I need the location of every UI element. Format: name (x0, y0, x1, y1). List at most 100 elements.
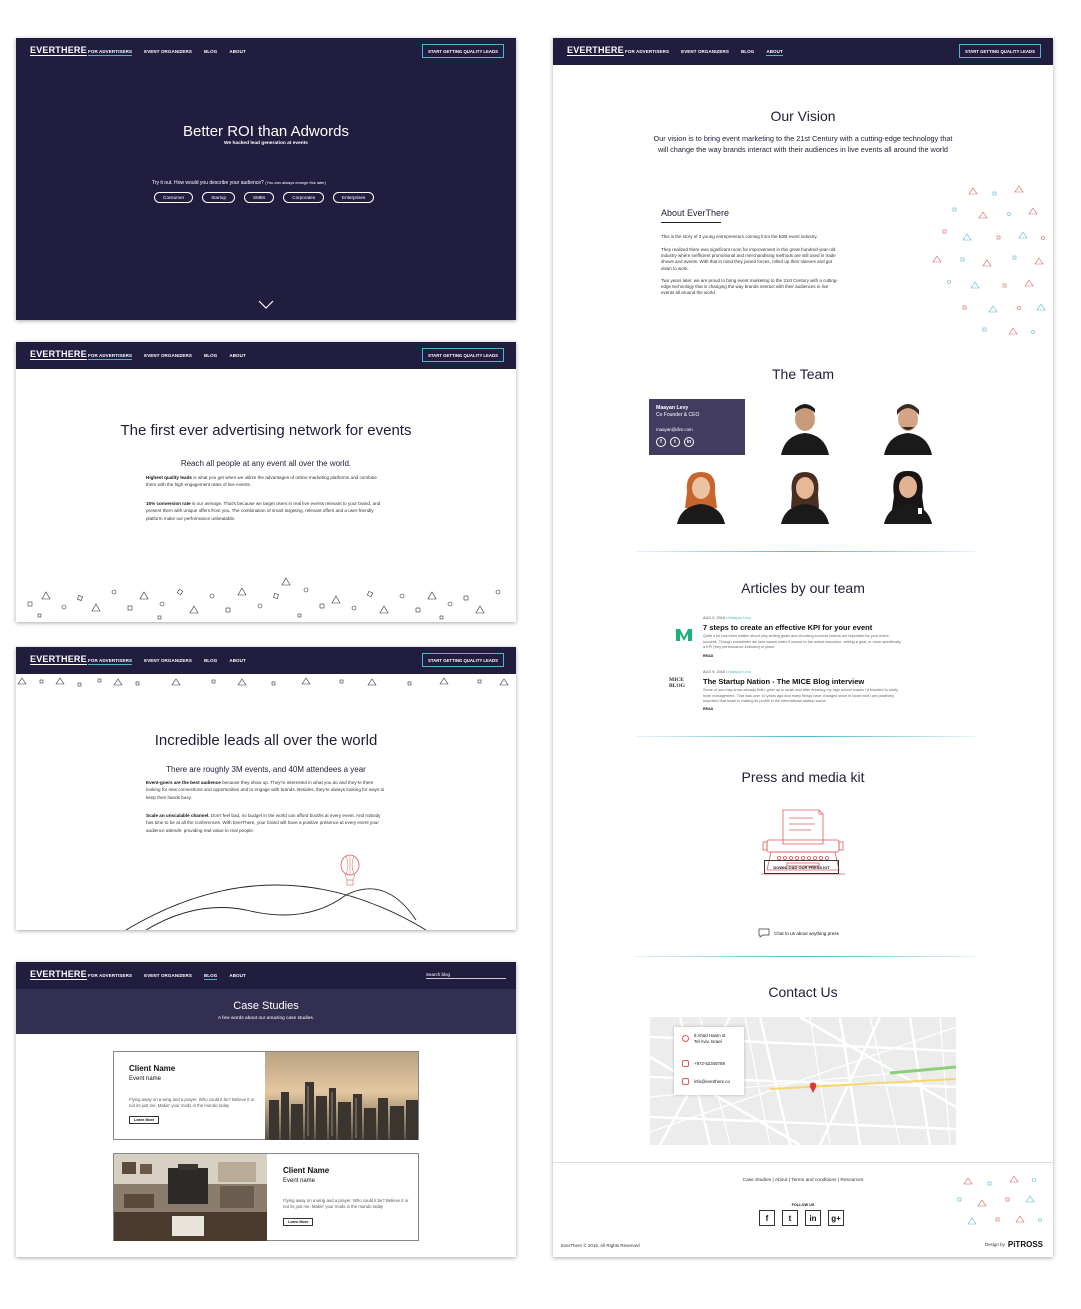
nav-for-advertisers[interactable]: FOR ADVERTISERS (625, 49, 669, 56)
nav-blog[interactable]: BLOG (204, 353, 217, 360)
team-member-role: Co Founder & CEO (656, 412, 700, 418)
about-title: About EverThere (661, 208, 730, 218)
nav-blog[interactable]: BLOG (204, 49, 217, 56)
team-title: The Team (772, 366, 834, 382)
nav-links: FOR ADVERTISERS EVENT ORGANIZERS BLOG AB… (88, 353, 246, 360)
case-study-card-1[interactable]: Client Name Event name Flying away on a … (113, 1051, 419, 1140)
contact-title: Contact Us (768, 984, 838, 1000)
leads-section-card: EVERTHERE FOR ADVERTISERS EVENT ORGANIZE… (16, 647, 516, 930)
nav-links: FOR ADVERTISERS EVENT ORGANIZERS BLOG AB… (88, 49, 246, 56)
facebook-icon[interactable]: f (656, 437, 666, 447)
event-name: Event name (129, 1076, 162, 1082)
google-plus-icon[interactable]: g+ (828, 1210, 844, 1226)
article-description: Some of you may know already that I grew… (703, 688, 898, 704)
network-subtitle: Reach all people at any event all over t… (180, 459, 352, 468)
nav-event-organizers[interactable]: EVENT ORGANIZERS (144, 49, 192, 56)
email-icon (682, 1078, 689, 1085)
leads-paragraph-1: Event-goers are the best audience becaus… (146, 780, 385, 800)
leads-subtitle: There are roughly 3M events, and 40M att… (166, 765, 366, 774)
audience-corporates-button[interactable]: Corporates (283, 192, 325, 203)
nav-blog[interactable]: BLOG (741, 49, 754, 56)
facebook-icon[interactable]: f (759, 1210, 775, 1226)
about-paragraph-3: Two years later, we are proud to bring e… (661, 278, 838, 296)
nav-about[interactable]: ABOUT (766, 49, 783, 56)
contact-phone[interactable]: +972-52345789 (694, 1061, 725, 1067)
mice-blog-logo-icon: MICE BLOG (669, 677, 685, 689)
audience-options: Consumer Startup SMBs Corporates Enterpr… (154, 192, 375, 203)
nav-for-advertisers[interactable]: FOR ADVERTISERS (88, 49, 133, 56)
nav-for-advertisers[interactable]: FOR ADVERTISERS (88, 353, 133, 360)
location-pin-icon (682, 1035, 689, 1042)
nav-blog[interactable]: BLOG (203, 973, 218, 980)
nav-blog[interactable]: BLOG (204, 658, 217, 665)
article-title[interactable]: The Startup Nation - The MICE Blog inter… (703, 677, 864, 686)
audience-smbs-button[interactable]: SMBs (244, 192, 275, 203)
navbar: EVERTHERE FOR ADVERTISERS EVENT ORGANIZE… (16, 647, 516, 674)
audience-question-text: Try it out. How would you describe your … (152, 180, 264, 186)
search-blog-input[interactable]: Search blog (426, 972, 506, 979)
hero-title: Better ROI than Adwords (183, 123, 349, 140)
read-link[interactable]: READ (703, 654, 713, 658)
audience-consumer-button[interactable]: Consumer (154, 192, 194, 203)
contact-email[interactable]: info@everthere.co (694, 1079, 730, 1085)
nav-about[interactable]: ABOUT (229, 353, 246, 360)
contact-map[interactable]: 9 Ahad Haam st. Tel Aviv, Israel +972-523… (650, 1017, 956, 1145)
nav-about[interactable]: ABOUT (229, 49, 246, 56)
design-credit[interactable]: Design by PiTROSS (985, 1240, 1043, 1249)
logo[interactable]: EVERTHERE (30, 45, 87, 56)
linkedin-icon[interactable]: in (684, 437, 694, 447)
twitter-icon[interactable]: t (670, 437, 680, 447)
logo[interactable]: EVERTHERE (30, 969, 87, 980)
linkedin-icon[interactable]: in (805, 1210, 821, 1226)
cta-button[interactable]: START GETTING QUALITY LEADS (421, 348, 504, 362)
store-interior-image (114, 1154, 267, 1241)
confetti-pattern (27, 577, 501, 620)
team-member-photo[interactable] (671, 468, 731, 524)
download-press-kit-button[interactable]: DOWNLOAD OUR PRESS KIT (764, 860, 839, 874)
about-divider (661, 222, 721, 223)
audience-enterprises-button[interactable]: Enterprises (333, 192, 375, 203)
nav-for-advertisers[interactable]: FOR ADVERTISERS (88, 973, 132, 980)
nav-links: FOR ADVERTISERS EVENT ORGANIZERS BLOG AB… (625, 49, 783, 56)
nav-for-advertisers[interactable]: FOR ADVERTISERS (88, 658, 133, 665)
team-member-photo[interactable] (775, 399, 835, 455)
cta-button[interactable]: START GETTING QUALITY LEADS (421, 44, 504, 58)
network-paragraph-2: 15% conversion rate is our average. That… (146, 501, 381, 521)
learn-more-button[interactable]: Learn More (283, 1218, 314, 1226)
section-divider (635, 736, 975, 737)
article-title[interactable]: 7 steps to create an effective KPI for y… (703, 623, 872, 632)
hero-section-card: EVERTHERE FOR ADVERTISERS EVENT ORGANIZE… (16, 38, 516, 320)
team-member-photo[interactable] (775, 468, 835, 524)
learn-more-button[interactable]: Learn More (129, 1116, 160, 1124)
network-paragraph-1: Highest quality leads is what you get wh… (146, 475, 377, 488)
logo[interactable]: EVERTHERE (567, 45, 624, 56)
nav-event-organizers[interactable]: EVENT ORGANIZERS (144, 973, 192, 980)
team-member-photo[interactable] (878, 399, 938, 455)
case-study-card-2[interactable]: Client Name Event name Flying away on a … (113, 1153, 419, 1241)
nav-event-organizers[interactable]: EVENT ORGANIZERS (144, 353, 192, 360)
chevron-down-icon[interactable] (258, 300, 274, 310)
nav-about[interactable]: ABOUT (229, 973, 246, 980)
cta-button[interactable]: START GETTING QUALITY LEADS (421, 653, 504, 667)
logo[interactable]: EVERTHERE (30, 654, 87, 665)
read-link[interactable]: READ (703, 707, 713, 711)
nav-event-organizers[interactable]: EVENT ORGANIZERS (681, 49, 729, 56)
cta-button[interactable]: START GETTING QUALITY LEADS (958, 44, 1041, 58)
nav-links: FOR ADVERTISERS EVENT ORGANIZERS BLOG AB… (88, 973, 246, 980)
audience-startup-button[interactable]: Startup (202, 192, 236, 203)
copyright: EverThere © 2016, All Rights Reserved (561, 1243, 640, 1248)
about-paragraph-2: They realized there was significant room… (661, 247, 836, 271)
team-member-photo[interactable] (878, 468, 938, 524)
team-member-email[interactable]: maayan@dim.com (656, 427, 693, 432)
nav-about[interactable]: ABOUT (229, 658, 246, 665)
press-chat-link[interactable]: Chat to us about anything press (758, 928, 839, 938)
logo[interactable]: EVERTHERE (30, 349, 87, 360)
footer-divider (553, 1162, 1053, 1163)
nav-event-organizers[interactable]: EVENT ORGANIZERS (144, 658, 192, 665)
navbar: EVERTHERE FOR ADVERTISERS EVENT ORGANIZE… (16, 962, 516, 989)
section-divider (635, 551, 975, 552)
section-divider (635, 956, 975, 957)
hero-subtitle: We hacked lead generation at events (224, 141, 308, 146)
team-member-card-active[interactable]: Maayan Levy Co Founder & CEO maayan@dim.… (649, 399, 745, 455)
twitter-icon[interactable]: t (782, 1210, 798, 1226)
